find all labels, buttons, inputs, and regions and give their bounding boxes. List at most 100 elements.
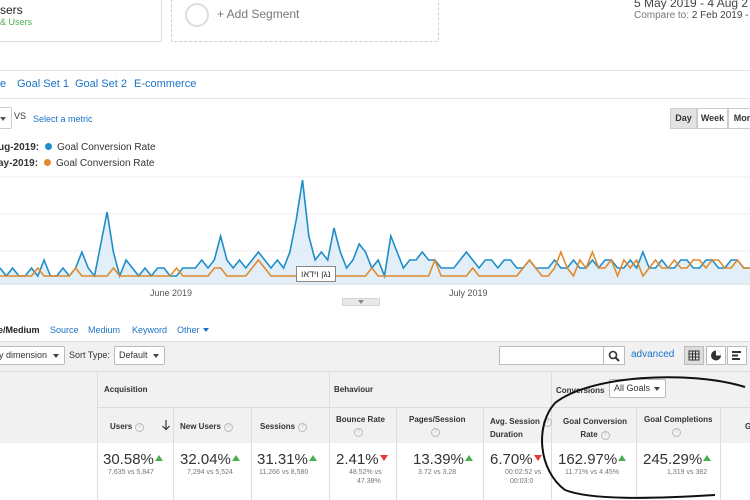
help-icon[interactable]: ?: [431, 428, 440, 437]
trend-up-icon: [464, 451, 473, 461]
value: 2.41%: [336, 451, 379, 468]
compare-pages-session: 3.72 vs 3.28: [418, 469, 457, 476]
vs-label: VS: [14, 111, 27, 121]
tab-goal-set-2[interactable]: Goal Set 2: [75, 78, 127, 90]
legend-series-name: Goal Conversion Rate: [57, 142, 156, 153]
dimension-medium[interactable]: Medium: [88, 325, 120, 335]
sort-arrow-down-icon[interactable]: [161, 419, 171, 431]
segment-subtitle: & Users: [0, 17, 33, 27]
divider: [0, 98, 750, 99]
value: 6.70%: [490, 451, 533, 468]
group-behaviour: Behaviour: [334, 385, 374, 394]
dimension-source[interactable]: Source: [50, 325, 79, 335]
dimension-other-label: Other: [177, 325, 200, 335]
total-sessions: 31.31%: [257, 451, 317, 468]
secondary-dimension-dropdown[interactable]: y dimension: [0, 346, 65, 365]
legend-series-name: Goal Conversion Rate: [56, 158, 155, 169]
tab-ecommerce[interactable]: E-commerce: [134, 78, 196, 90]
legend-current: ug-2019: Goal Conversion Rate: [0, 142, 156, 153]
segment-card-all-users[interactable]: sers & Users: [0, 0, 162, 42]
col-header-label: Users: [110, 422, 133, 431]
value: 32.04%: [180, 451, 231, 468]
primary-dimension: e/Medium: [0, 325, 40, 335]
legend-prefix: ay-2019:: [0, 158, 39, 169]
divider: [0, 70, 750, 71]
pie-view-button[interactable]: [706, 346, 726, 365]
group-acquisition: Acquisition: [104, 385, 148, 394]
chart-resize-handle[interactable]: [342, 298, 380, 306]
compare-prefix: Compare to:: [634, 10, 690, 21]
column-divider: [396, 407, 397, 500]
trend-up-icon: [308, 451, 317, 461]
chart-series: [0, 179, 750, 284]
chevron-down-icon: [202, 328, 209, 335]
legend-prefix: ug-2019:: [0, 142, 40, 153]
day-button[interactable]: Day: [670, 108, 697, 129]
col-header-label: Sessions: [260, 422, 296, 431]
segment-name: sers: [0, 3, 23, 17]
column-divider: [97, 371, 98, 500]
total-new-users: 32.04%: [180, 451, 240, 468]
date-range[interactable]: 5 May 2019 - 4 Aug 2: [634, 0, 748, 10]
grid-icon: [688, 350, 700, 361]
column-divider: [483, 407, 484, 500]
table-search-input[interactable]: [499, 346, 604, 365]
value: 31.31%: [257, 451, 308, 468]
dimension-keyword[interactable]: Keyword: [132, 325, 167, 335]
legend-previous: ay-2019: Goal Conversion Rate: [0, 158, 154, 169]
help-icon[interactable]: ?: [223, 423, 233, 432]
compare-sessions: 11,266 vs 8,580: [259, 469, 309, 476]
col-header-users[interactable]: Users?: [110, 422, 145, 432]
col-header-sessions[interactable]: Sessions?: [260, 422, 308, 432]
total-bounce-rate: 2.41%: [336, 451, 388, 468]
x-tick-june: June 2019: [150, 288, 192, 298]
pie-chart-icon: [711, 350, 721, 361]
search-button[interactable]: [603, 346, 625, 365]
search-icon: [608, 350, 620, 362]
bar-view-button[interactable]: [727, 346, 747, 365]
select-metric-link[interactable]: Select a metric: [33, 114, 93, 124]
trend-up-icon: [231, 451, 240, 461]
column-divider: [173, 407, 174, 500]
value: 13.39%: [413, 451, 464, 468]
total-pages-session: 13.39%: [413, 451, 473, 468]
x-tick-july: July 2019: [449, 288, 488, 298]
compare-users: 7,635 vs 5,847: [108, 469, 154, 476]
advanced-link[interactable]: advanced: [631, 349, 674, 360]
help-icon[interactable]: ?: [298, 423, 308, 432]
add-segment-label: + Add Segment: [217, 7, 300, 21]
compare-bounce-rate-line2: 47.38%: [357, 478, 381, 485]
col-header-label: New Users: [180, 422, 221, 431]
col-header-pages-session[interactable]: Pages/Session?: [409, 415, 465, 437]
dimension-other[interactable]: Other: [177, 325, 209, 335]
tab-goal-set-1[interactable]: Goal Set 1: [17, 78, 69, 90]
trend-down-icon: [379, 455, 388, 465]
legend-dot-icon: [45, 143, 53, 150]
compare-range[interactable]: Compare to: 2 Feb 2019 -: [634, 10, 749, 21]
help-icon[interactable]: ?: [135, 423, 145, 432]
compare-value: 2 Feb 2019 -: [691, 10, 749, 21]
value: 30.58%: [103, 451, 154, 468]
col-header-new-users[interactable]: New Users?: [180, 422, 233, 432]
col-header-label: Bounce Rate: [336, 415, 385, 424]
handwritten-circle-annotation: [541, 376, 746, 499]
col-header-label-line2: Duration: [490, 430, 523, 439]
week-button[interactable]: Week: [697, 108, 728, 129]
help-icon[interactable]: ?: [354, 428, 363, 437]
col-header-label: Pages/Session: [409, 415, 466, 424]
compare-bounce-rate: 48.52% vs: [349, 469, 382, 476]
metric-dropdown[interactable]: [0, 107, 12, 129]
month-button[interactable]: Mon: [728, 108, 750, 129]
col-header-bounce-rate[interactable]: Bounce Rate?: [336, 415, 385, 437]
line-chart: June 2019 July 2019: [0, 176, 750, 298]
sort-type-label: Sort Type:: [69, 350, 110, 360]
sort-type-dropdown[interactable]: Default: [114, 346, 165, 365]
add-segment-button[interactable]: + Add Segment: [171, 0, 439, 42]
table-view-button[interactable]: [684, 346, 704, 365]
total-users: 30.58%: [103, 451, 163, 468]
legend-dot-icon: [44, 159, 52, 166]
add-segment-circle-icon: [185, 3, 209, 27]
tab-overview[interactable]: e: [0, 78, 6, 90]
chart-tooltip: נגן וידאו: [296, 266, 336, 282]
bar-chart-icon: [732, 351, 741, 360]
